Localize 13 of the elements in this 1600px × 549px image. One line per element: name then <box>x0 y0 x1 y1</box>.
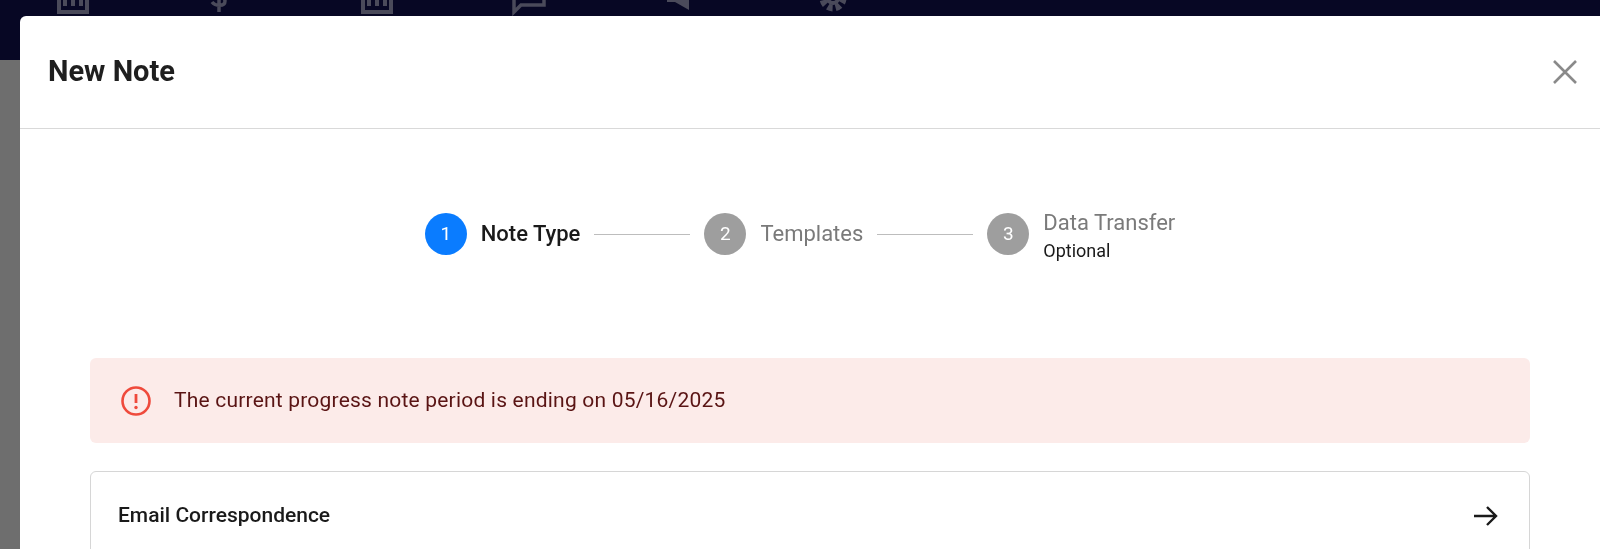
note-type-option[interactable]: Email Correspondence <box>90 471 1530 549</box>
alert-icon <box>120 384 152 417</box>
step-label: Templates <box>760 220 864 248</box>
step-number: 2 <box>704 213 747 255</box>
step-number: 3 <box>987 213 1030 255</box>
step-label: Data Transfer <box>1043 209 1176 237</box>
arrow-right-icon <box>1473 505 1499 527</box>
step-number: 1 <box>424 213 467 255</box>
step-sublabel: Optional <box>1043 239 1112 263</box>
option-label: Email Correspondence <box>118 502 331 530</box>
alert-message: The current progress note period is ending on 05/16/2025 <box>174 386 726 414</box>
dialog-title: New Note <box>48 53 175 91</box>
step-label: Note Type <box>480 220 581 248</box>
